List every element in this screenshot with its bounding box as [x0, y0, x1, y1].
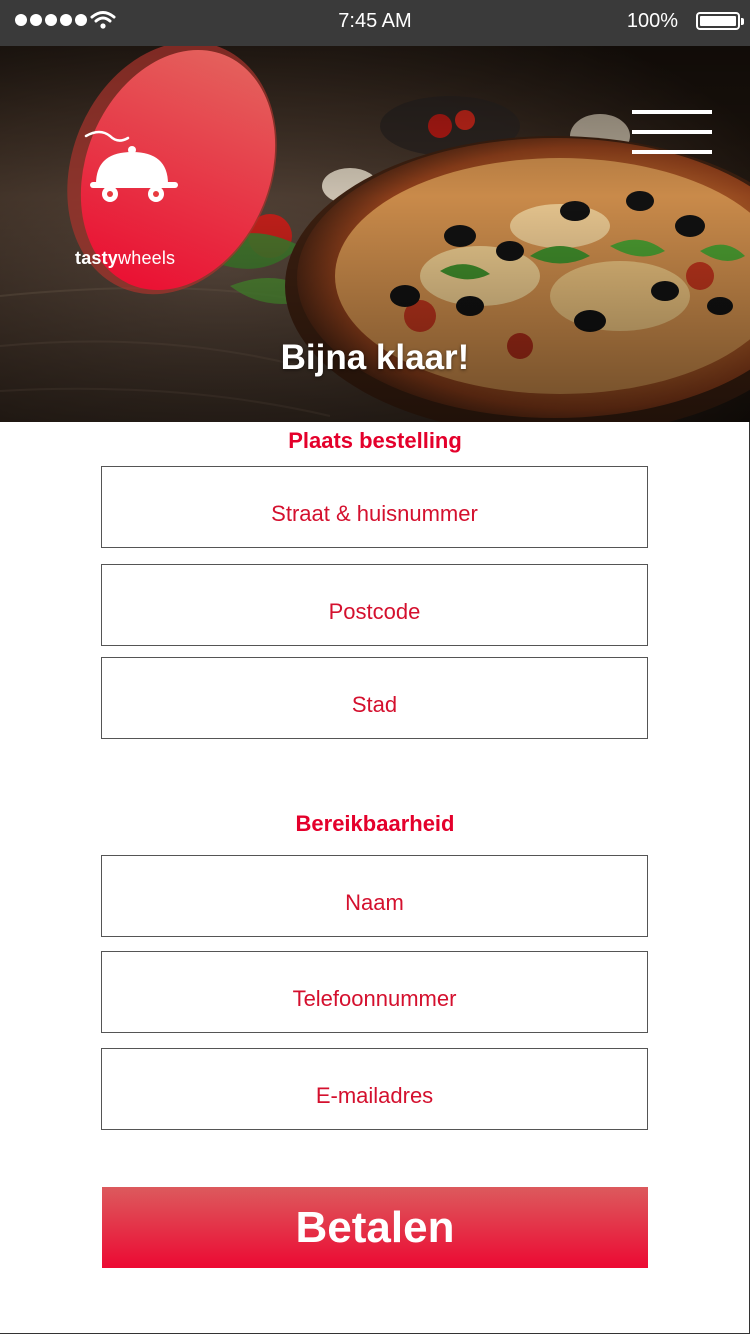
name-field-wrapper	[101, 855, 648, 937]
city-input[interactable]	[102, 658, 647, 738]
status-bar: 7:45 AM 100%	[0, 0, 750, 46]
order-section-title: Plaats bestelling	[288, 428, 462, 453]
email-input[interactable]	[102, 1049, 647, 1129]
hamburger-menu-icon[interactable]	[632, 110, 712, 156]
city-field-wrapper	[101, 657, 648, 739]
phone-input[interactable]	[102, 952, 647, 1032]
street-field-wrapper	[101, 466, 648, 548]
name-input[interactable]	[102, 856, 647, 936]
page-title: Bijna klaar!	[280, 338, 470, 377]
contact-section-title: Bereikbaarheid	[295, 811, 455, 836]
logo-bold-text: tasty	[75, 248, 119, 268]
logo-light-text: wheels	[118, 248, 176, 268]
cloche-car-icon	[84, 130, 178, 202]
brand-logo-text: tastywheels	[75, 248, 175, 269]
hero-banner: tastywheels Bijna klaar!	[0, 46, 750, 422]
postcode-input[interactable]	[102, 565, 647, 645]
street-input[interactable]	[102, 467, 647, 547]
postcode-field-wrapper	[101, 564, 648, 646]
email-field-wrapper	[101, 1048, 648, 1130]
battery-percentage: 100%	[626, 10, 678, 32]
battery-icon	[696, 12, 744, 30]
pay-button[interactable]: Betalen	[102, 1187, 648, 1268]
phone-field-wrapper	[101, 951, 648, 1033]
